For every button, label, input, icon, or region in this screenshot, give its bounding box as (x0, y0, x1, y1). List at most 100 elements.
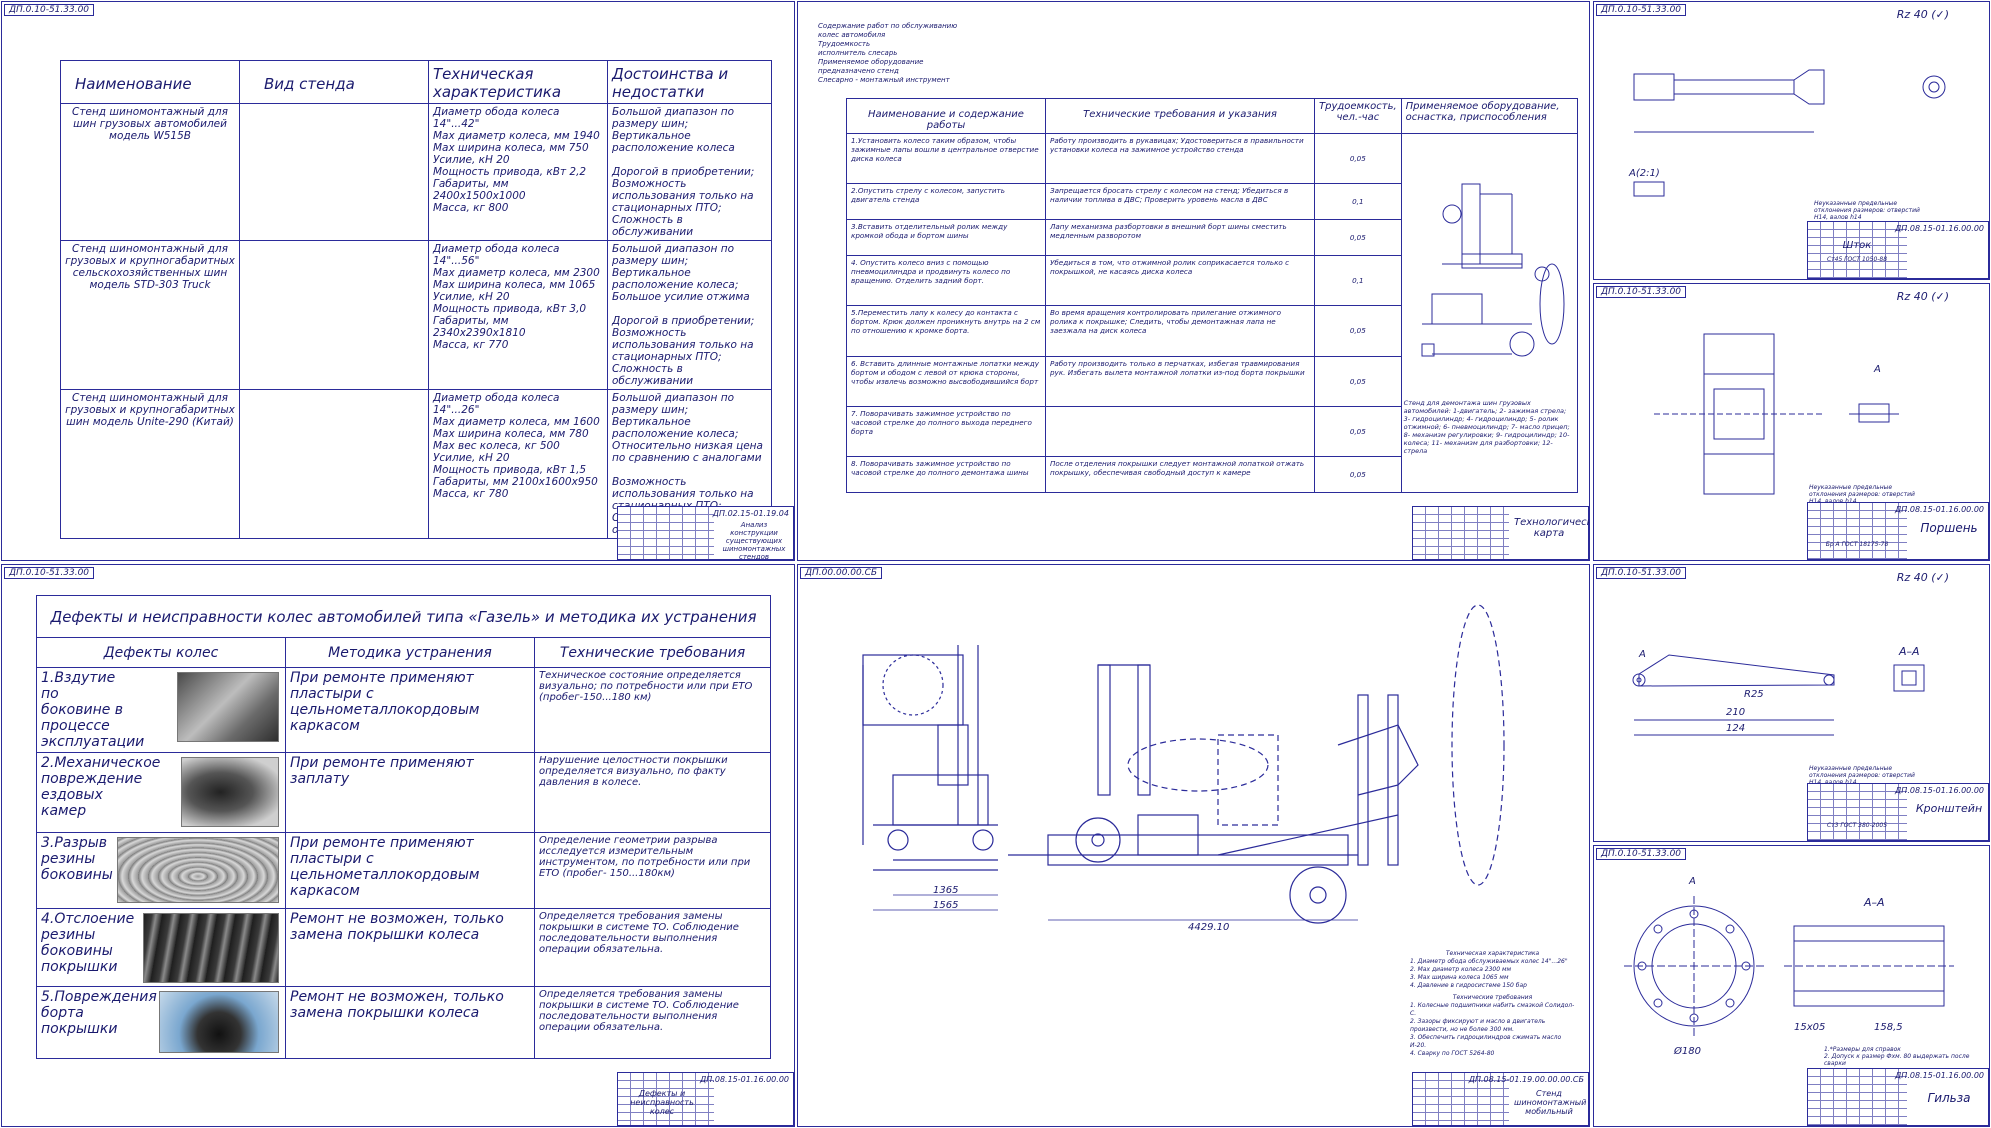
sheet-stamp: ДП.0.10-51.33.00 (1596, 286, 1687, 298)
stand-specs: Диаметр обода колеса 14"...56" Max диаме… (428, 240, 608, 390)
section-label: А–А (1864, 896, 1885, 909)
stand-specs: Диаметр обода колеса 14"...42" Max диаме… (428, 103, 608, 241)
title-block-name: Поршень (1920, 521, 1978, 535)
col-method-header: Методика устранения (285, 637, 535, 668)
view-label: А (1689, 876, 1696, 887)
stand-sketch (1421, 183, 1565, 357)
defect-method: Ремонт не возможен, только замена покрыш… (285, 986, 535, 1059)
defect-name: 2.Механическое повреждение ездовых камер (41, 755, 161, 819)
defect-photo (117, 837, 279, 903)
col-equip-header: Применяемое оборудование, оснастка, прис… (1400, 98, 1579, 134)
title-block-name: Анализ конструкции существующих шиномонт… (722, 521, 786, 561)
title-block: Технологическая карта (1412, 506, 1589, 560)
tech-card-notes: Содержание работ по обслуживанию колес а… (818, 22, 958, 84)
stand-type (239, 389, 429, 539)
defect-method: Ремонт не возможен, только замена покрыш… (285, 908, 535, 987)
title-block: ДП.08.15-01.19.00.00.00.СБ Стенд шиномон… (1412, 1072, 1589, 1126)
defect-req: Определение геометрии разрыва исследуетс… (534, 832, 771, 909)
tolerance-note: Неуказанные предельные отклонения размер… (1814, 200, 1920, 221)
title-block-name: Гильза (1927, 1091, 1971, 1105)
col-defect-header: Дефекты колес (36, 637, 286, 668)
dimension-label: Ø180 (1674, 1046, 1701, 1057)
stand-type (239, 103, 429, 241)
dimension-label: 124 (1726, 723, 1746, 734)
stand-legend: Стенд для демонтажа шин грузовых автомоб… (1403, 399, 1570, 455)
sheet-stamp: ДП.0.10-51.33.00 (1596, 567, 1687, 579)
stand-pros: Большой диапазон по размеру шин; Вертика… (607, 103, 772, 241)
defects-title: Дефекты и неисправности колес автомобиле… (36, 595, 771, 638)
sheet-stamp: ДП.0.10-51.33.00 (1596, 848, 1687, 860)
porshen-drawing (1654, 333, 1899, 495)
stand-name: Стенд шиномонтажный для грузовых и крупн… (60, 389, 240, 539)
title-block-code: ДП.08.15-01.16.00.00 (1895, 505, 1984, 514)
sheet-analysis: ДП.0.10-51.33.00 Наименование Вид стенда… (1, 1, 795, 561)
title-block-code: ДП.08.15-01.16.00.00 (1895, 786, 1984, 795)
defect-req: Определяется требования замены покрышки … (534, 986, 771, 1059)
table-title-row: Дефекты и неисправности колес автомобиле… (36, 595, 771, 638)
title-block-code: ДП.02.15-01.19.04 (712, 509, 789, 518)
sheet-porshen: ДП.0.10-51.33.00 Rz 40 (✓) А Неуказанные… (1593, 283, 1990, 561)
sheet-tech-card: Содержание работ по обслуживанию колес а… (797, 1, 1590, 561)
sheet-stamp: ДП.0.10-51.33.00 (1596, 4, 1687, 16)
defect-name: 4.Отслоение резины боковины покрышки (41, 911, 135, 975)
col-pros-header: Достоинства и недостатки (607, 60, 772, 104)
equipment-cell: Стенд для демонтажа шин грузовых автомоб… (1400, 133, 1579, 493)
view-label: А (1639, 649, 1646, 660)
col-name-header: Наименование (60, 60, 240, 104)
defect-photo (177, 672, 279, 742)
defect-name: 5.Повреждения борта покрышки (41, 989, 157, 1037)
sheet-assembly: ДП.00.00.00.СБ 1565 1365 4429.10 Техниче… (797, 564, 1590, 1127)
stand-specs: Диаметр обода колеса 14"...26" Max диаме… (428, 389, 608, 539)
title-block: ДП.08.15-01.16.00.00 Дефекты и неисправн… (617, 1072, 794, 1126)
table-row: 1.Вздутие по боковине в процессе эксплуа… (36, 667, 771, 753)
defect-req: Нарушение целостности покрышки определяе… (534, 752, 771, 833)
tech-specs: Техническая характеристика 1. Диаметр об… (1410, 950, 1575, 1057)
sheet-stamp: ДП.0.10-51.33.00 (4, 4, 95, 16)
table-row: 2.Механическое повреждение ездовых камер… (36, 752, 771, 833)
defect-method: При ремонте применяют пластыри с цельном… (285, 832, 535, 909)
sheet-kronshtein: ДП.0.10-51.33.00 Rz 40 (✓) А А–А 210 124… (1593, 564, 1990, 842)
dimension-label: R25 (1744, 689, 1764, 700)
defect-method: При ремонте применяют пластыри с цельном… (285, 667, 535, 753)
view-label: А (1874, 364, 1881, 375)
title-block-material: Бр А ГОСТ 18175-78 (1825, 541, 1889, 548)
table-header-row: Дефекты колес Методика устранения Технич… (36, 637, 771, 668)
col-work-header: Наименование и содержание работы (846, 98, 1046, 134)
defect-photo (143, 913, 279, 983)
table-row: 3.Разрыв резины боковины При ремонте при… (36, 832, 771, 909)
gilza-drawing (1624, 896, 1954, 1036)
title-block-material: Ст45 ГОСТ 1050-88 (1826, 256, 1888, 263)
sheet-stamp: ДП.0.10-51.33.00 (4, 567, 95, 579)
title-block: ДП.08.15-01.16.00.00 Гильза (1807, 1068, 1989, 1126)
table-row: 4.Отслоение резины боковины покрышки Рем… (36, 908, 771, 987)
title-block-material: Ст3 ГОСТ 380-2005 (1826, 822, 1888, 829)
dimension-label: 1565 (933, 900, 959, 911)
dimension-label: 15х05 (1794, 1022, 1826, 1033)
view-label: А(2:1) (1629, 168, 1660, 179)
sheet-defects: ДП.0.10-51.33.00 Дефекты и неисправности… (1, 564, 795, 1127)
roughness-mark: Rz 40 (✓) (1896, 8, 1949, 21)
sheet-shtok: ДП.0.10-51.33.00 Rz 40 (✓) А(2:1) Неуказ… (1593, 1, 1990, 280)
defect-photo (181, 757, 279, 827)
stand-name: Стенд шиномонтажный для грузовых и крупн… (60, 240, 240, 390)
dimension-label: 158,5 (1874, 1022, 1903, 1033)
title-block-name: Шток (1842, 240, 1872, 251)
title-block-code: ДП.08.15-01.16.00.00 (1895, 224, 1984, 233)
kronshtein-drawing (1632, 654, 1925, 736)
defect-req: Определяется требования замены покрышки … (534, 908, 771, 987)
title-block: ДП.08.15-01.16.00.00 Поршень Бр А ГОСТ 1… (1807, 502, 1989, 560)
stand-pros: Большой диапазон по размеру шин; Вертика… (607, 240, 772, 390)
title-block-code: ДП.08.15-01.19.00.00.00.СБ (1468, 1075, 1584, 1084)
defects-table: Дефекты и неисправности колес автомобиле… (36, 595, 771, 1059)
title-block: ДП.08.15-01.16.00.00 Кронштейн Ст3 ГОСТ … (1807, 783, 1989, 841)
title-block-code: ДП.08.15-01.16.00.00 (1895, 1071, 1984, 1080)
section-label: А–А (1899, 645, 1920, 658)
defect-req: Техническое состояние определяется визуа… (534, 667, 771, 753)
table-row: Стенд шиномонтажный для шин грузовых авт… (60, 103, 772, 241)
sheet-note: 1.*Размеры для справок 2. Допуск к разме… (1824, 1046, 1970, 1067)
dimension-label: 1365 (933, 885, 959, 896)
col-time-header: Трудоемкость, чел.-час (1314, 98, 1402, 134)
defect-name: 1.Вздутие по боковине в процессе эксплуа… (41, 670, 145, 750)
table-row: 1.Установить колесо таким образом, чтобы… (846, 132, 1579, 493)
col-type-header: Вид стенда (239, 60, 429, 104)
